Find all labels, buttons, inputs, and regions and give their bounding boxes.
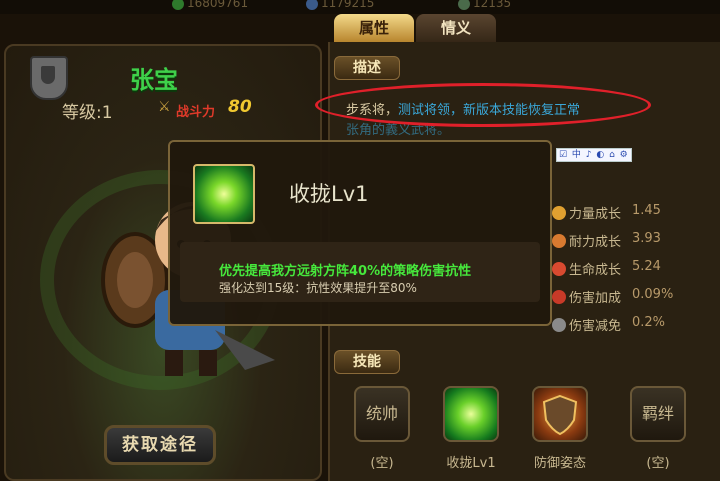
resource-gems: 1179215: [306, 0, 374, 12]
damage-reduction-icon: [552, 318, 566, 332]
stat-row-damage-bonus: 伤害加成 0.09%: [552, 287, 673, 307]
endurance-icon: [552, 234, 566, 248]
stat-row-endurance: 耐力成长 3.93: [552, 231, 661, 251]
crossed-swords-icon: ⚔: [158, 99, 171, 115]
power-label: 战斗力: [176, 105, 216, 120]
skill-slot-gather[interactable]: [443, 386, 499, 442]
gem-icon: [306, 0, 318, 10]
hero-level: 等级:1: [62, 103, 113, 123]
stamina-icon: [458, 0, 470, 10]
rank-shield-icon: [30, 56, 68, 100]
stat-row-damage-reduction: 伤害减免 0.2%: [552, 315, 665, 335]
hero-name: 张宝: [130, 66, 178, 94]
coin-icon: [172, 0, 184, 10]
highlight-ellipse: [315, 83, 651, 127]
resource-coins: 16809761: [172, 0, 248, 12]
skill-slot-command[interactable]: 统帅: [354, 386, 410, 442]
skill-slot-defense-label: 防御姿态: [533, 456, 586, 471]
damage-bonus-icon: [552, 290, 566, 304]
gather-skill-icon: [193, 164, 255, 224]
tab-bonds[interactable]: 情义: [416, 14, 496, 42]
strength-icon: [552, 206, 566, 220]
shield-icon: [542, 394, 578, 436]
tab-attributes[interactable]: 属性: [334, 14, 414, 42]
skill-slot-command-label: (空): [370, 456, 394, 471]
skill-upgrade-text: 强化达到15级：抗性效果提升至80%: [219, 281, 417, 295]
skills-header: 技能: [334, 350, 400, 374]
skill-slot-bond-label: (空): [646, 456, 670, 471]
stat-row-health: 生命成长 5.24: [552, 259, 661, 279]
acquire-route-button[interactable]: 获取途径: [104, 425, 216, 465]
skill-effect-text: 优先提高我方远射方阵40%的策略伤害抗性: [219, 264, 472, 279]
resource-stamina: 12135: [458, 0, 511, 12]
skill-slot-bond[interactable]: 羁绊: [630, 386, 686, 442]
skill-slot-gather-label: 收拢Lv1: [446, 456, 496, 471]
skill-tooltip-title: 收拢Lv1: [289, 182, 369, 206]
power-value: 80: [228, 97, 252, 117]
skill-slot-defense[interactable]: [532, 386, 588, 442]
health-icon: [552, 262, 566, 276]
stat-row-strength: 力量成长 1.45: [552, 203, 661, 223]
description-header: 描述: [334, 56, 400, 80]
input-method-toolbar[interactable]: ☑ 中 ♪ ◐ ⌂ ⚙: [556, 148, 632, 162]
